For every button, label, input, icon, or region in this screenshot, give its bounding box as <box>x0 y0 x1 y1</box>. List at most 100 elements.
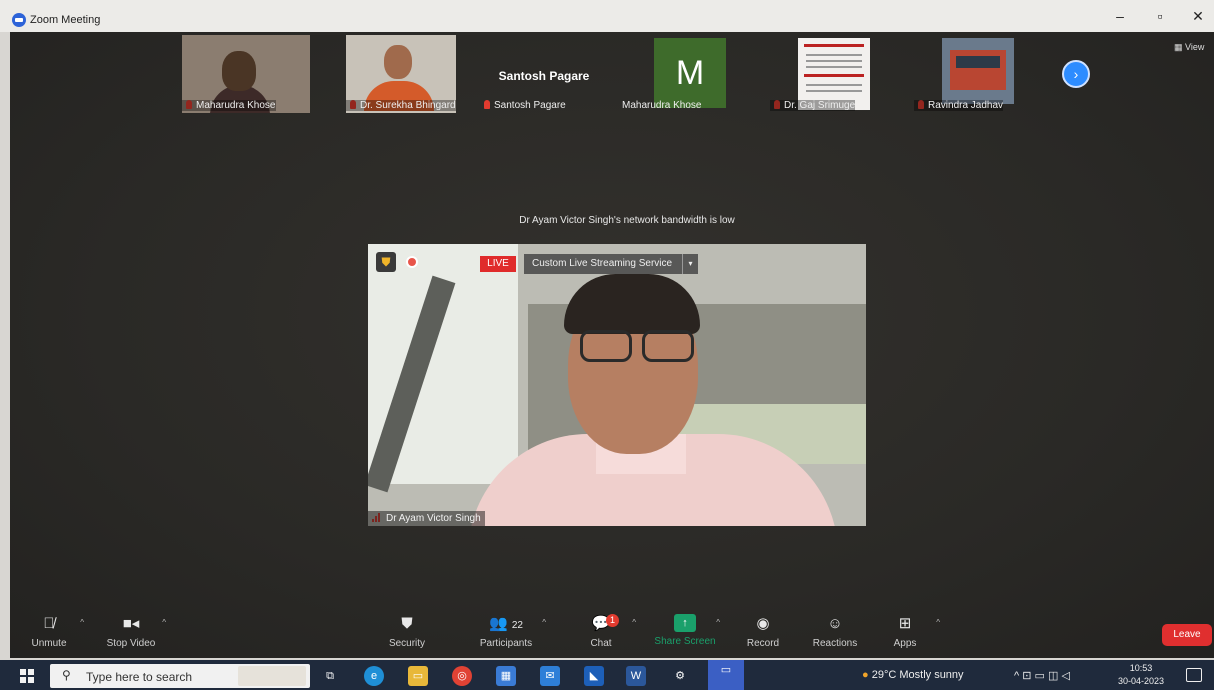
file-explorer-icon[interactable]: ▭ <box>408 666 428 686</box>
unmute-label: Unmute <box>31 638 67 649</box>
task-view-icon[interactable]: ⧉ <box>320 666 340 686</box>
battery-icon[interactable]: ▭ <box>1035 670 1045 682</box>
participants-count: 22 <box>511 620 523 631</box>
minimize-button[interactable]: – <box>1110 8 1130 24</box>
recording-indicator-icon <box>406 256 418 268</box>
participant-name: Dr. Surekha Bhingardi... <box>346 100 456 111</box>
stop-video-button[interactable]: ■◂ Stop Video ^ <box>96 614 166 649</box>
participant-tile[interactable]: Ravindra Jadhav <box>914 35 1024 113</box>
network-icon[interactable]: ⊡ <box>1022 670 1031 682</box>
participant-tile[interactable]: Maharudra Khose <box>182 35 310 113</box>
participant-name: Ravindra Jadhav <box>914 100 1004 111</box>
stop-video-label: Stop Video <box>106 638 156 649</box>
windows-start-icon[interactable] <box>20 669 34 683</box>
chevron-up-icon[interactable]: ^ <box>80 618 84 627</box>
participants-button[interactable]: 👥 22 Participants ^ <box>466 614 546 649</box>
participant-video <box>384 45 412 79</box>
chat-badge: 1 <box>606 614 619 627</box>
system-tray[interactable]: ^ ⊡ ▭ ◫ ◁ <box>1014 669 1070 682</box>
volume-icon[interactable]: ◁ <box>1061 670 1069 682</box>
next-page-button[interactable]: › <box>1062 60 1090 88</box>
zoom-logo-icon <box>12 13 26 27</box>
participant-tile[interactable]: Santosh Pagare Santosh Pagare <box>480 35 608 113</box>
chevron-up-icon[interactable]: ^ <box>716 618 720 627</box>
leave-button[interactable]: Leave <box>1162 624 1212 646</box>
participant-tile[interactable]: M Maharudra Khose <box>622 35 732 113</box>
speaker-name: Dr Ayam Victor Singh <box>368 511 485 526</box>
reactions-icon: ☺ <box>827 615 843 632</box>
participant-name: Maharudra Khose <box>622 100 702 111</box>
share-screen-icon: ↑ <box>674 614 696 632</box>
participant-title: Santosh Pagare <box>498 69 590 83</box>
reactions-button[interactable]: ☺ Reactions <box>800 614 870 649</box>
security-button[interactable]: ⛊ Security <box>372 614 442 649</box>
participant-name: Dr. Gaj Srimuge <box>770 100 856 111</box>
shield-icon: ⛊ <box>401 615 413 632</box>
share-screen-button[interactable]: ↑ Share Screen ^ <box>650 614 720 647</box>
view-button[interactable]: ▦ View <box>1174 42 1204 53</box>
share-screen-label: Share Screen <box>654 636 716 647</box>
muted-mic-icon: 🎙̸ <box>43 615 55 632</box>
chat-button[interactable]: 💬 1 Chat ^ <box>566 614 636 649</box>
search-placeholder: Type here to search <box>86 670 193 684</box>
apps-icon: ⊞ <box>898 615 912 632</box>
reactions-label: Reactions <box>812 638 858 649</box>
streaming-service-label: Custom Live Streaming Service <box>532 258 673 269</box>
avatar: M <box>654 38 726 108</box>
unmute-button[interactable]: 🎙̸ Unmute ^ <box>14 614 84 649</box>
participant-video <box>222 51 256 91</box>
participant-video <box>942 38 1014 104</box>
streaming-service-dropdown[interactable]: Custom Live Streaming Service ▾ <box>524 254 698 274</box>
maximize-button[interactable]: ▫ <box>1150 8 1170 24</box>
chevron-up-icon[interactable]: ^ <box>1014 670 1019 682</box>
shield-icon[interactable]: ⛊ <box>376 252 396 272</box>
taskbar-clock[interactable]: 10:53 30-04-2023 <box>1116 662 1166 688</box>
participant-name: Maharudra Khose <box>182 100 276 111</box>
participant-tile[interactable]: Dr. Gaj Srimuge <box>770 35 880 113</box>
security-label: Security <box>388 638 426 649</box>
weather-widget[interactable]: ● 29°C Mostly sunny <box>862 669 964 681</box>
taskbar-search[interactable]: ⚲ Type here to search <box>50 664 310 688</box>
participant-name: Santosh Pagare <box>494 100 566 111</box>
title-bar: Zoom Meeting – ▫ ✕ <box>0 0 1214 32</box>
record-icon: ◉ <box>756 615 770 632</box>
edge-browser-icon[interactable]: e <box>364 666 384 686</box>
chevron-up-icon[interactable]: ^ <box>162 618 166 627</box>
meeting-toolbar: 🎙̸ Unmute ^ ■◂ Stop Video ^ ⛊ Security 👥… <box>10 610 1214 658</box>
zoom-window: Zoom Meeting – ▫ ✕ Maharudra Khose Dr. S… <box>0 0 1214 690</box>
close-button[interactable]: ✕ <box>1188 8 1208 25</box>
bandwidth-notice: Dr Ayam Victor Singh's network bandwidth… <box>519 215 735 226</box>
meeting-area: Maharudra Khose Dr. Surekha Bhingardi...… <box>10 32 1214 658</box>
chevron-down-icon: ▾ <box>682 254 698 274</box>
apps-button[interactable]: ⊞ Apps ^ <box>870 614 940 649</box>
chat-label: Chat <box>590 638 612 649</box>
chrome-browser-icon[interactable]: ◎ <box>452 666 472 686</box>
live-badge: LIVE <box>480 256 516 272</box>
search-highlight-image <box>238 666 306 686</box>
clock-date: 30-04-2023 <box>1117 676 1165 686</box>
word-icon[interactable]: W <box>626 666 646 686</box>
clock-time: 10:53 <box>1129 663 1153 673</box>
chevron-up-icon[interactable]: ^ <box>632 618 636 627</box>
chevron-up-icon[interactable]: ^ <box>542 618 546 627</box>
participants-icon: 👥 22 <box>489 615 523 632</box>
search-icon: ⚲ <box>62 668 71 682</box>
chevron-up-icon[interactable]: ^ <box>936 618 940 627</box>
notifications-icon[interactable] <box>1186 668 1202 682</box>
zoom-taskbar-icon[interactable]: ▭ <box>708 660 744 690</box>
settings-gear-icon[interactable]: ⚙ <box>670 666 690 686</box>
store-icon[interactable]: ▦ <box>496 666 516 686</box>
active-speaker-video[interactable]: ⛊ LIVE Custom Live Streaming Service ▾ D… <box>368 244 866 526</box>
record-button[interactable]: ◉ Record <box>728 614 798 649</box>
display-icon[interactable]: ◫ <box>1048 670 1058 682</box>
vpn-app-icon[interactable]: ◣ <box>584 666 604 686</box>
participant-strip: Maharudra Khose Dr. Surekha Bhingardi...… <box>10 32 1214 116</box>
mail-icon[interactable]: ✉ <box>540 666 560 686</box>
chat-icon: 💬 <box>591 615 611 632</box>
record-label: Record <box>746 638 780 649</box>
participant-tile[interactable]: Dr. Surekha Bhingardi... <box>346 35 456 113</box>
view-label: View <box>1185 42 1205 52</box>
weather-text: 29°C Mostly sunny <box>871 669 964 681</box>
glasses <box>580 330 704 364</box>
video-camera-icon: ■◂ <box>122 615 140 632</box>
